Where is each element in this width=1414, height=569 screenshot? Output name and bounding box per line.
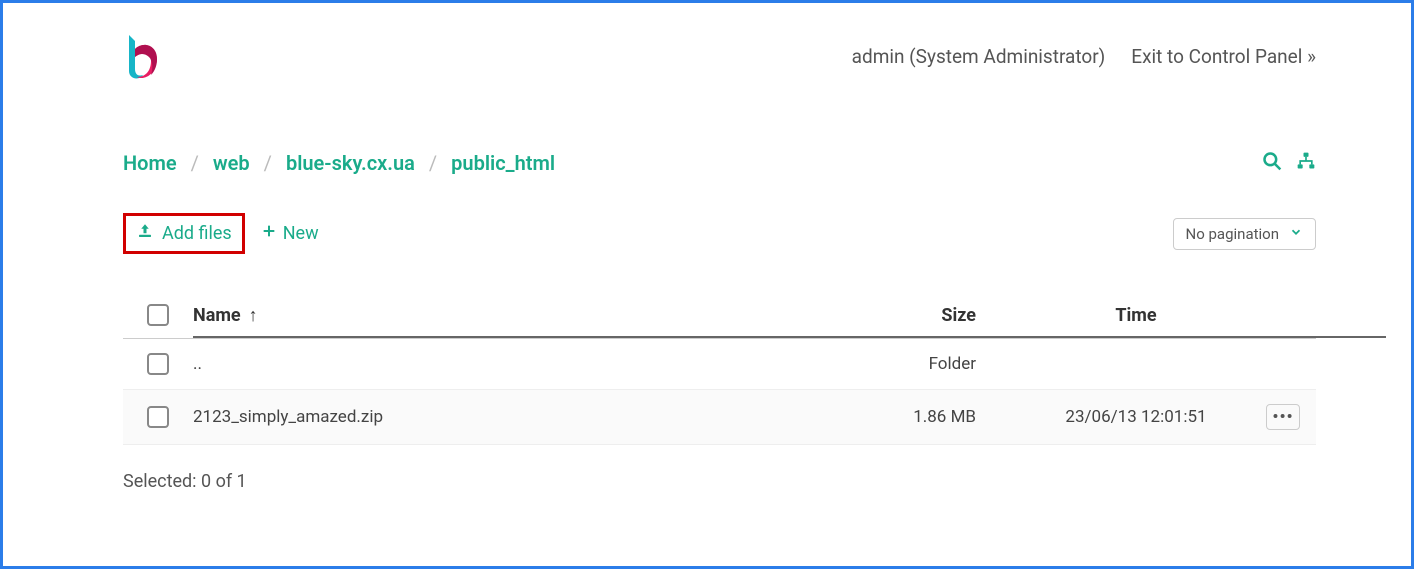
selection-status: Selected: 0 of 1 xyxy=(123,471,1316,492)
row-actions-button[interactable]: ••• xyxy=(1266,404,1300,430)
breadcrumb-item-domain[interactable]: blue-sky.cx.ua xyxy=(286,151,415,175)
logo[interactable] xyxy=(123,31,163,81)
pagination-select[interactable]: No pagination xyxy=(1173,218,1316,250)
sitemap-icon[interactable] xyxy=(1296,151,1316,175)
table-row: .. Folder xyxy=(123,339,1316,390)
exit-link[interactable]: Exit to Control Panel » xyxy=(1131,45,1316,68)
column-header-name[interactable]: Name ↑ xyxy=(193,305,756,326)
row-checkbox[interactable] xyxy=(147,353,169,375)
column-header-size[interactable]: Size xyxy=(756,305,1006,326)
column-name-label: Name xyxy=(193,305,241,326)
table-row: 2123_simply_amazed.zip 1.86 MB 23/06/13 … xyxy=(123,390,1316,445)
file-size: Folder xyxy=(756,354,1006,374)
file-table: Name ↑ Size Time .. Folder 2123_simply_a… xyxy=(123,294,1316,445)
add-files-label: Add files xyxy=(162,223,232,244)
table-header: Name ↑ Size Time xyxy=(123,294,1316,339)
sort-ascending-icon: ↑ xyxy=(249,305,258,326)
breadcrumb-item-publichtml[interactable]: public_html xyxy=(451,151,555,175)
upload-icon xyxy=(136,222,154,245)
search-icon[interactable] xyxy=(1262,151,1282,175)
select-all-checkbox[interactable] xyxy=(147,304,169,326)
add-files-button[interactable]: Add files xyxy=(123,213,245,254)
new-label: New xyxy=(283,223,319,244)
breadcrumb-separator: / xyxy=(429,151,437,175)
row-checkbox[interactable] xyxy=(147,406,169,428)
breadcrumb-separator: / xyxy=(264,151,272,175)
pagination-label: No pagination xyxy=(1186,225,1279,243)
file-time: 23/06/13 12:01:51 xyxy=(1006,407,1266,427)
breadcrumb-separator: / xyxy=(191,151,199,175)
file-name[interactable]: .. xyxy=(193,354,756,374)
new-button[interactable]: New xyxy=(255,217,325,250)
breadcrumb: Home / web / blue-sky.cx.ua / public_htm… xyxy=(123,151,555,175)
user-link[interactable]: admin (System Administrator) xyxy=(852,45,1106,68)
breadcrumb-item-web[interactable]: web xyxy=(213,151,250,175)
breadcrumb-item-home[interactable]: Home xyxy=(123,151,177,175)
file-size: 1.86 MB xyxy=(756,407,1006,427)
file-name[interactable]: 2123_simply_amazed.zip xyxy=(193,407,756,427)
column-header-time[interactable]: Time xyxy=(1006,305,1266,326)
plus-icon xyxy=(261,223,277,244)
chevron-down-icon xyxy=(1289,225,1303,243)
header: admin (System Administrator) Exit to Con… xyxy=(123,31,1316,81)
